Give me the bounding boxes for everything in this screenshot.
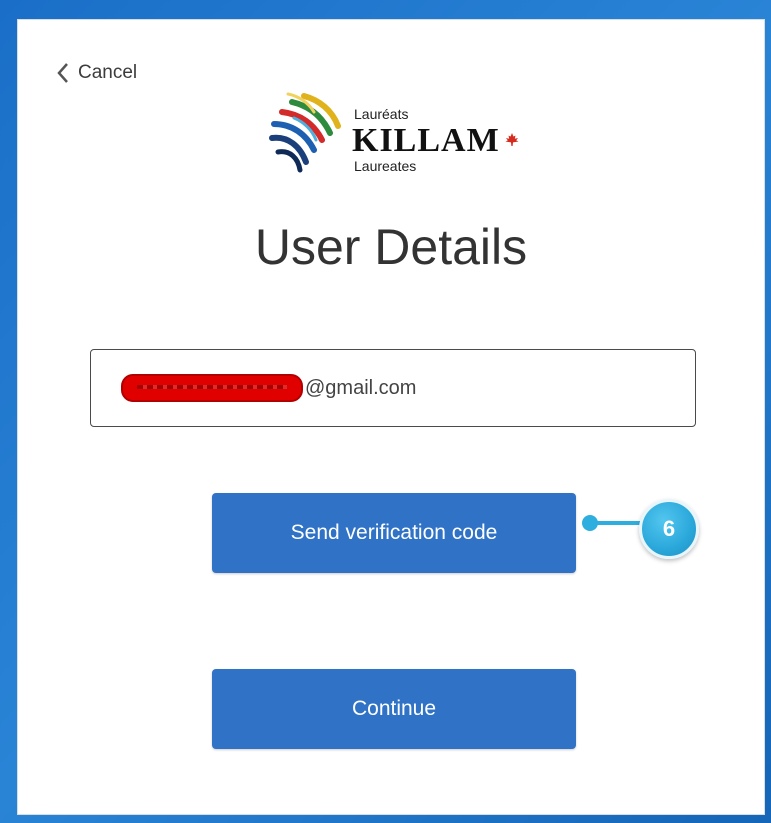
killam-emblem-icon (269, 92, 341, 173)
step-badge: 6 (639, 499, 699, 559)
page-title: User Details (254, 219, 528, 275)
maple-leaf-icon (505, 133, 519, 146)
killam-logo: Lauréats KILLAM Laureates (264, 88, 534, 178)
email-value-suffix: @gmail.com (305, 376, 417, 399)
send-verification-code-label: Send verification code (290, 521, 498, 544)
email-field[interactable]: @gmail.com (90, 349, 696, 427)
logo-bottom-word: Laureates (354, 158, 417, 174)
logo-top-word: Lauréats (354, 106, 409, 122)
continue-button[interactable]: Continue (212, 669, 576, 749)
callout-connector (594, 521, 644, 525)
cancel-link[interactable]: Cancel (56, 62, 137, 84)
chevron-left-icon (56, 62, 70, 84)
cancel-label: Cancel (78, 62, 138, 83)
user-details-panel: Cancel Lauréats KILLAM Laureates User De… (18, 20, 764, 814)
redaction-mark (121, 374, 303, 402)
continue-label: Continue (351, 697, 437, 720)
send-verification-code-button[interactable]: Send verification code (212, 493, 576, 573)
step-number: 6 (662, 516, 676, 541)
logo-brand: KILLAM (352, 122, 500, 159)
